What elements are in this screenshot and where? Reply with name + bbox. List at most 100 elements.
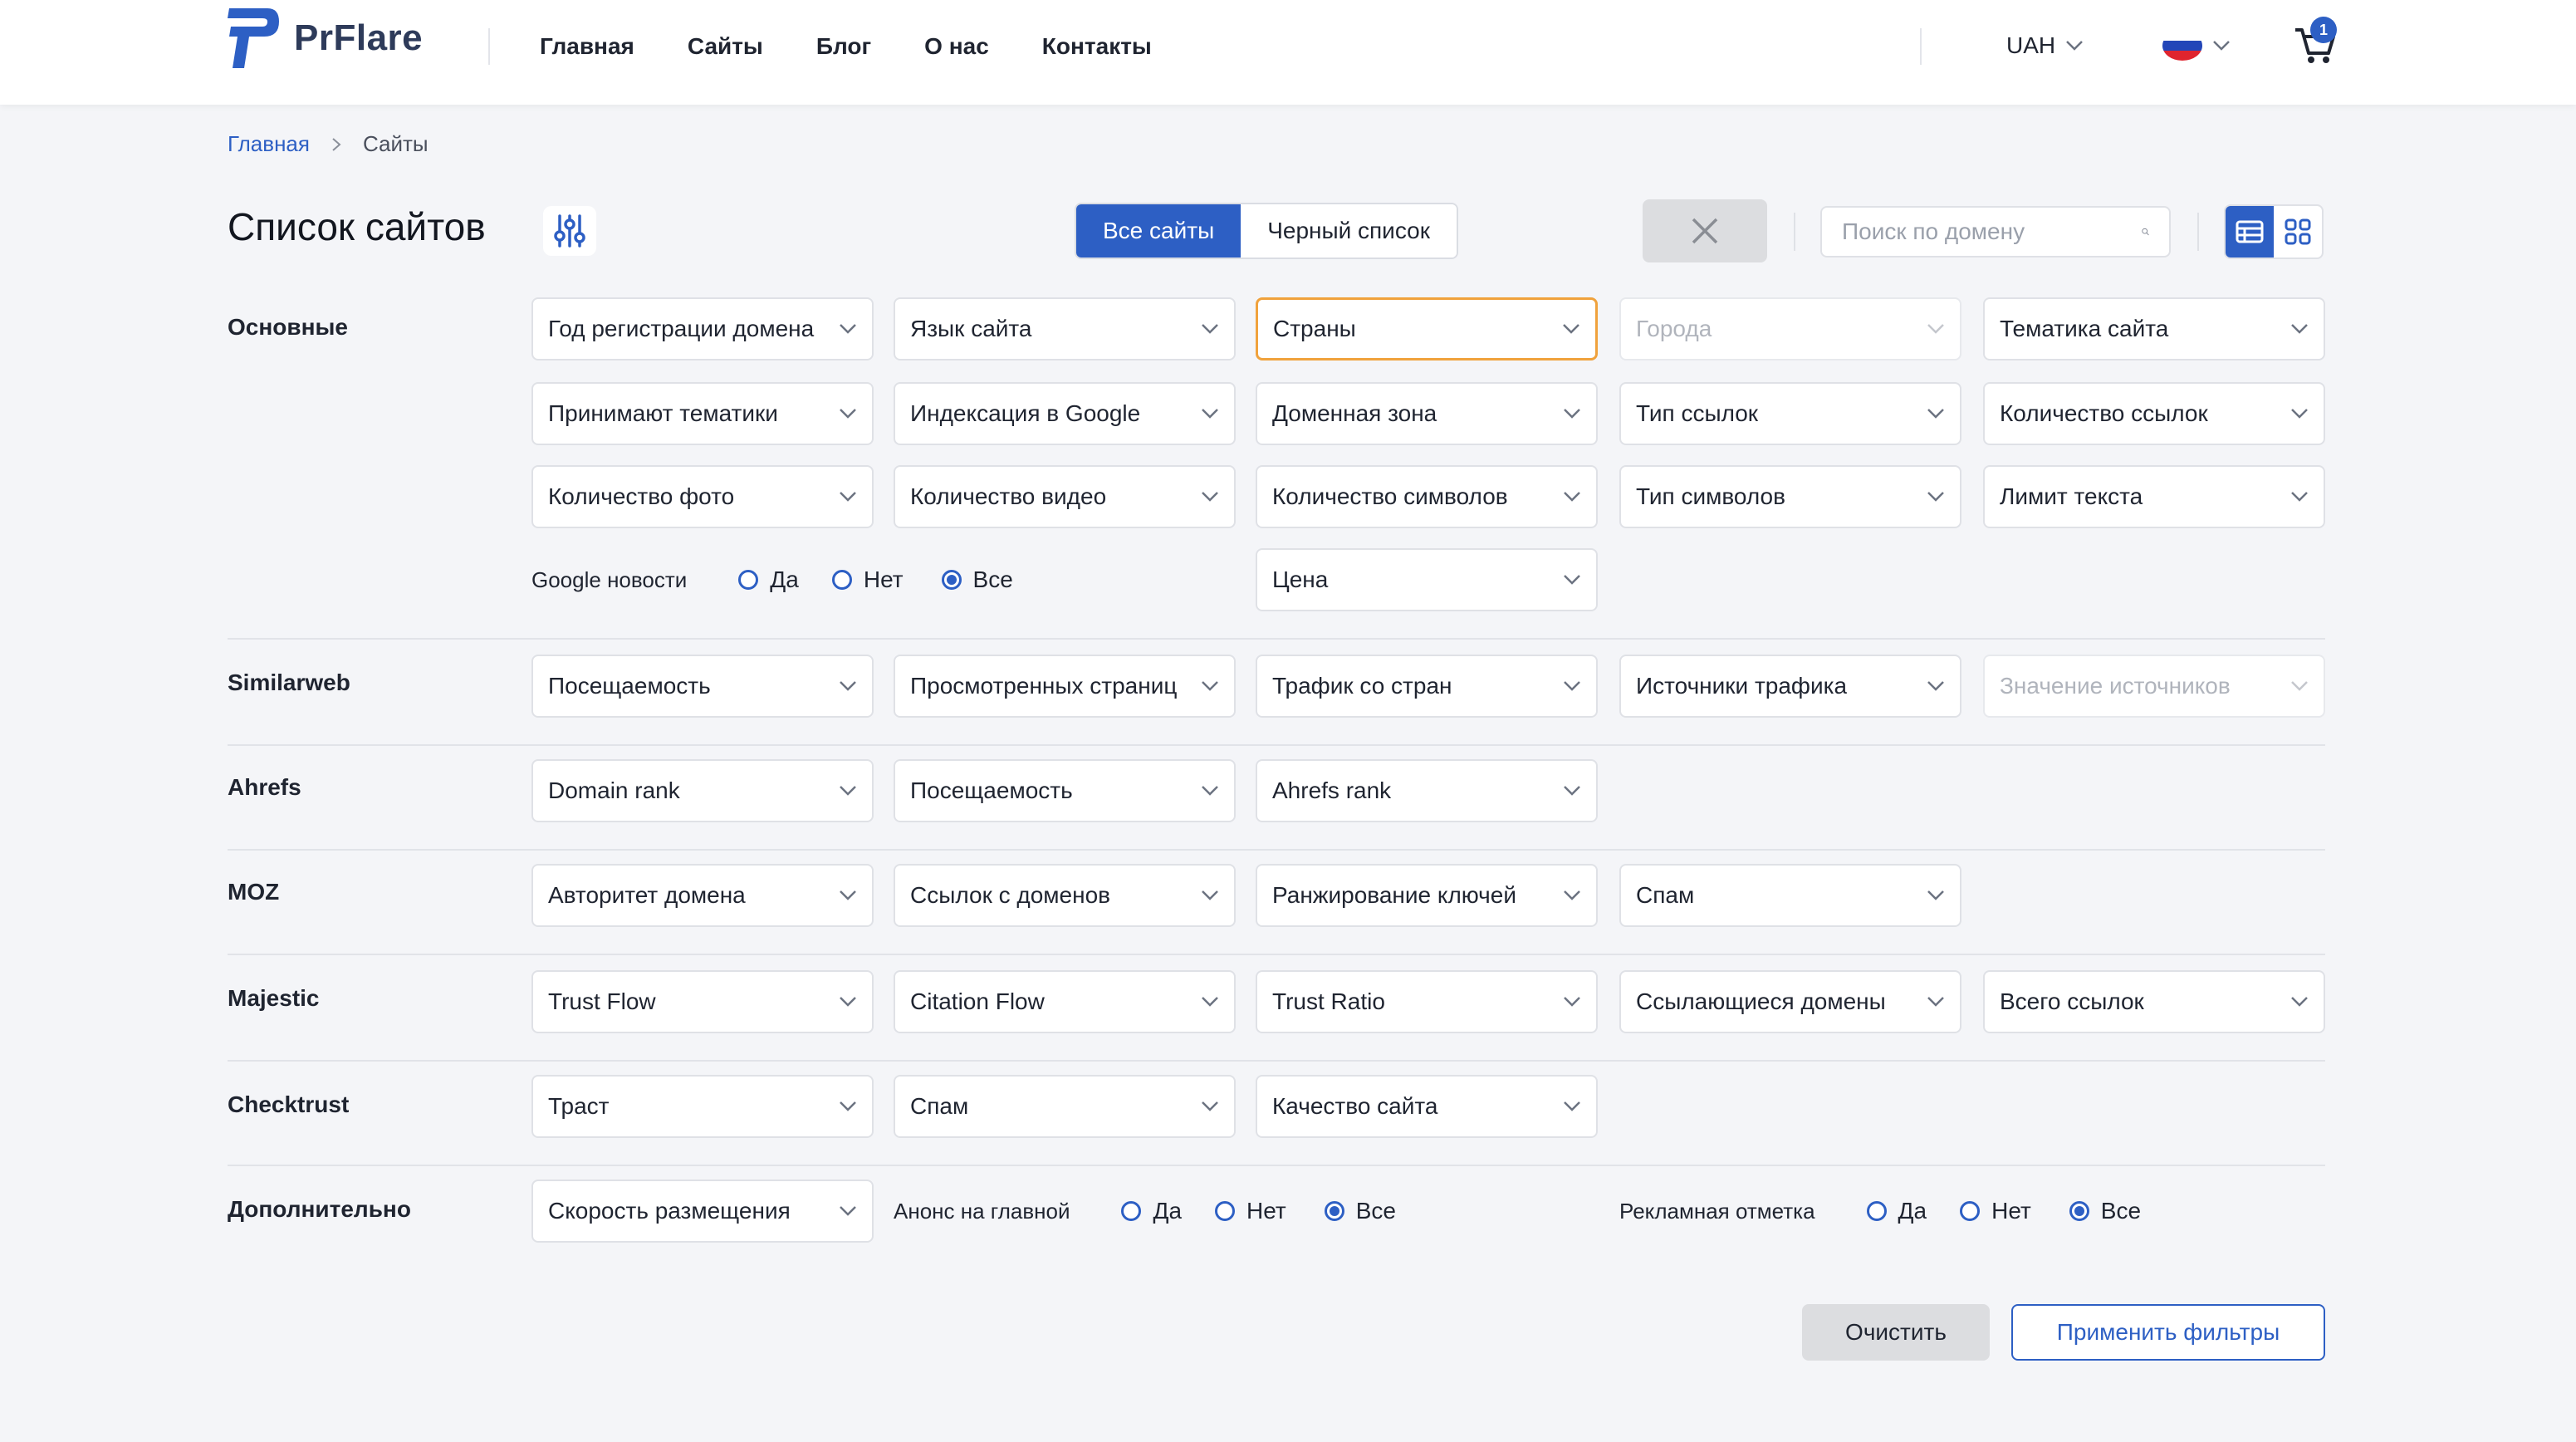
section-label-similarweb: Similarweb <box>228 670 350 695</box>
radio-google-news-yes[interactable]: Да <box>738 566 799 593</box>
filter-checktrust-spam[interactable]: Спам <box>894 1075 1236 1138</box>
filter-char-type[interactable]: Тип символов <box>1619 465 1961 528</box>
view-toggle <box>2224 204 2324 259</box>
filter-ahrefs-rank[interactable]: Ahrefs rank <box>1256 759 1598 822</box>
radio-announce-no[interactable]: Нет <box>1215 1198 1286 1224</box>
chevron-down-icon <box>2291 492 2308 502</box>
filter-domain-zone[interactable]: Доменная зона <box>1256 382 1598 445</box>
filter-ahrefs-visits[interactable]: Посещаемость <box>894 759 1236 822</box>
apply-filters-button[interactable]: Применить фильтры <box>2011 1304 2325 1361</box>
filter-accepted-topics[interactable]: Принимают тематики <box>531 382 874 445</box>
filter-moz-linking-domains[interactable]: Ссылок с доменов <box>894 864 1236 927</box>
radio-announce-all[interactable]: Все <box>1324 1198 1396 1224</box>
chevron-down-icon <box>1927 890 1944 900</box>
chevron-right-icon <box>332 137 341 151</box>
tab-all-sites[interactable]: Все сайты <box>1076 204 1241 258</box>
chevron-down-icon <box>1927 324 1944 334</box>
filter-sw-country-traffic[interactable]: Трафик со стран <box>1256 655 1598 718</box>
filter-photo-count[interactable]: Количество фото <box>531 465 874 528</box>
filter-label: Просмотренных страниц <box>910 673 1178 699</box>
logo-mark-icon <box>228 8 279 68</box>
chevron-down-icon <box>1202 492 1218 502</box>
filter-label: Страны <box>1273 316 1356 341</box>
filter-text-limit[interactable]: Лимит текста <box>1983 465 2325 528</box>
filter-majestic-ref-domains[interactable]: Ссылающиеся домены <box>1619 970 1961 1033</box>
tab-blacklist[interactable]: Черный список <box>1241 204 1457 258</box>
chevron-down-icon <box>1927 409 1944 419</box>
filter-label: Язык сайта <box>910 316 1032 341</box>
reset-button[interactable] <box>1643 199 1767 262</box>
filter-moz-spam[interactable]: Спам <box>1619 864 1961 927</box>
radio-ad-mark-no[interactable]: Нет <box>1960 1198 2031 1224</box>
nav-link-home[interactable]: Главная <box>540 33 634 60</box>
radio-label: Нет <box>1246 1198 1286 1224</box>
filter-checktrust-quality[interactable]: Качество сайта <box>1256 1075 1598 1138</box>
nav-link-contacts[interactable]: Контакты <box>1042 33 1152 60</box>
chevron-down-icon <box>840 997 856 1007</box>
filter-countries[interactable]: Страны <box>1256 297 1598 360</box>
nav-link-blog[interactable]: Блог <box>816 33 871 60</box>
filter-majestic-citation-flow[interactable]: Citation Flow <box>894 970 1236 1033</box>
filter-char-count[interactable]: Количество символов <box>1256 465 1598 528</box>
filter-link-count[interactable]: Количество ссылок <box>1983 382 2325 445</box>
radio-ad-mark-yes[interactable]: Да <box>1866 1198 1927 1224</box>
filter-label: Ссылающиеся домены <box>1636 988 1886 1014</box>
page-title: Список сайтов <box>228 205 486 248</box>
filter-sw-pageviews[interactable]: Просмотренных страниц <box>894 655 1236 718</box>
section-label-ahrefs: Ahrefs <box>228 774 301 800</box>
radio-group-label: Google новости <box>531 566 688 592</box>
radio-ad-mark-all[interactable]: Все <box>2069 1198 2141 1224</box>
radio-group-label: Анонс на главной <box>894 1198 1070 1224</box>
filter-domain-year[interactable]: Год регистрации домена <box>531 297 874 360</box>
filter-placement-speed[interactable]: Скорость размещения <box>531 1180 874 1243</box>
filter-sw-traffic-sources[interactable]: Источники трафика <box>1619 655 1961 718</box>
clear-filters-button[interactable]: Очистить <box>1802 1304 1990 1361</box>
grid-view-button[interactable] <box>2274 206 2322 258</box>
list-view-button[interactable] <box>2226 206 2274 258</box>
chevron-down-icon <box>1564 492 1580 502</box>
section-divider <box>228 638 2325 640</box>
logo[interactable]: PrFlare <box>226 3 423 73</box>
filter-majestic-trust-ratio[interactable]: Trust Ratio <box>1256 970 1598 1033</box>
filter-link-type[interactable]: Тип ссылок <box>1619 382 1961 445</box>
homepage-announce-radio-group: Анонс на главной Да Нет Все <box>894 1180 1396 1243</box>
search-input[interactable] <box>1842 218 2142 245</box>
filter-ahrefs-domain-rank[interactable]: Domain rank <box>531 759 874 822</box>
chevron-down-icon <box>1564 890 1580 900</box>
breadcrumb-home[interactable]: Главная <box>228 131 310 157</box>
radio-google-news-no[interactable]: Нет <box>831 566 904 593</box>
filter-price[interactable]: Цена <box>1256 548 1598 611</box>
ad-mark-radio-group: Рекламная отметка Да Нет Все <box>1619 1180 2141 1243</box>
filter-label: Траст <box>548 1093 610 1119</box>
filter-label: Источники трафика <box>1636 673 1848 699</box>
search-icon[interactable] <box>2142 218 2149 246</box>
filter-moz-domain-authority[interactable]: Авторитет домена <box>531 864 874 927</box>
filter-label: Trust Flow <box>548 988 656 1014</box>
filter-checktrust-trust[interactable]: Траст <box>531 1075 874 1138</box>
filter-site-topic[interactable]: Тематика сайта <box>1983 297 2325 360</box>
filter-label: Авторитет домена <box>548 882 746 908</box>
nav-link-sites[interactable]: Сайты <box>688 33 763 60</box>
filter-site-language[interactable]: Язык сайта <box>894 297 1236 360</box>
filter-sw-source-value: Значение источников <box>1983 655 2325 718</box>
radio-google-news-all[interactable]: Все <box>941 566 1013 593</box>
filter-sw-visits[interactable]: Посещаемость <box>531 655 874 718</box>
filter-label: Количество фото <box>548 483 735 509</box>
filter-video-count[interactable]: Количество видео <box>894 465 1236 528</box>
nav-link-about[interactable]: О нас <box>924 33 989 60</box>
radio-announce-yes[interactable]: Да <box>1121 1198 1182 1224</box>
chevron-down-icon <box>840 1101 856 1111</box>
filter-majestic-trust-flow[interactable]: Trust Flow <box>531 970 874 1033</box>
currency-selector[interactable]: UAH <box>2006 25 2084 66</box>
header-divider <box>488 28 490 65</box>
language-selector[interactable] <box>2162 25 2231 66</box>
filter-moz-keyword-ranking[interactable]: Ранжирование ключей <box>1256 864 1598 927</box>
filter-settings-button[interactable] <box>543 206 596 256</box>
radio-circle <box>738 570 759 590</box>
chevron-down-icon <box>1202 890 1218 900</box>
filter-label: Domain rank <box>548 777 680 803</box>
filter-label: Посещаемость <box>910 777 1073 803</box>
russian-flag-icon <box>2162 31 2202 61</box>
filter-google-index[interactable]: Индексация в Google <box>894 382 1236 445</box>
filter-majestic-total-links[interactable]: Всего ссылок <box>1983 970 2325 1033</box>
